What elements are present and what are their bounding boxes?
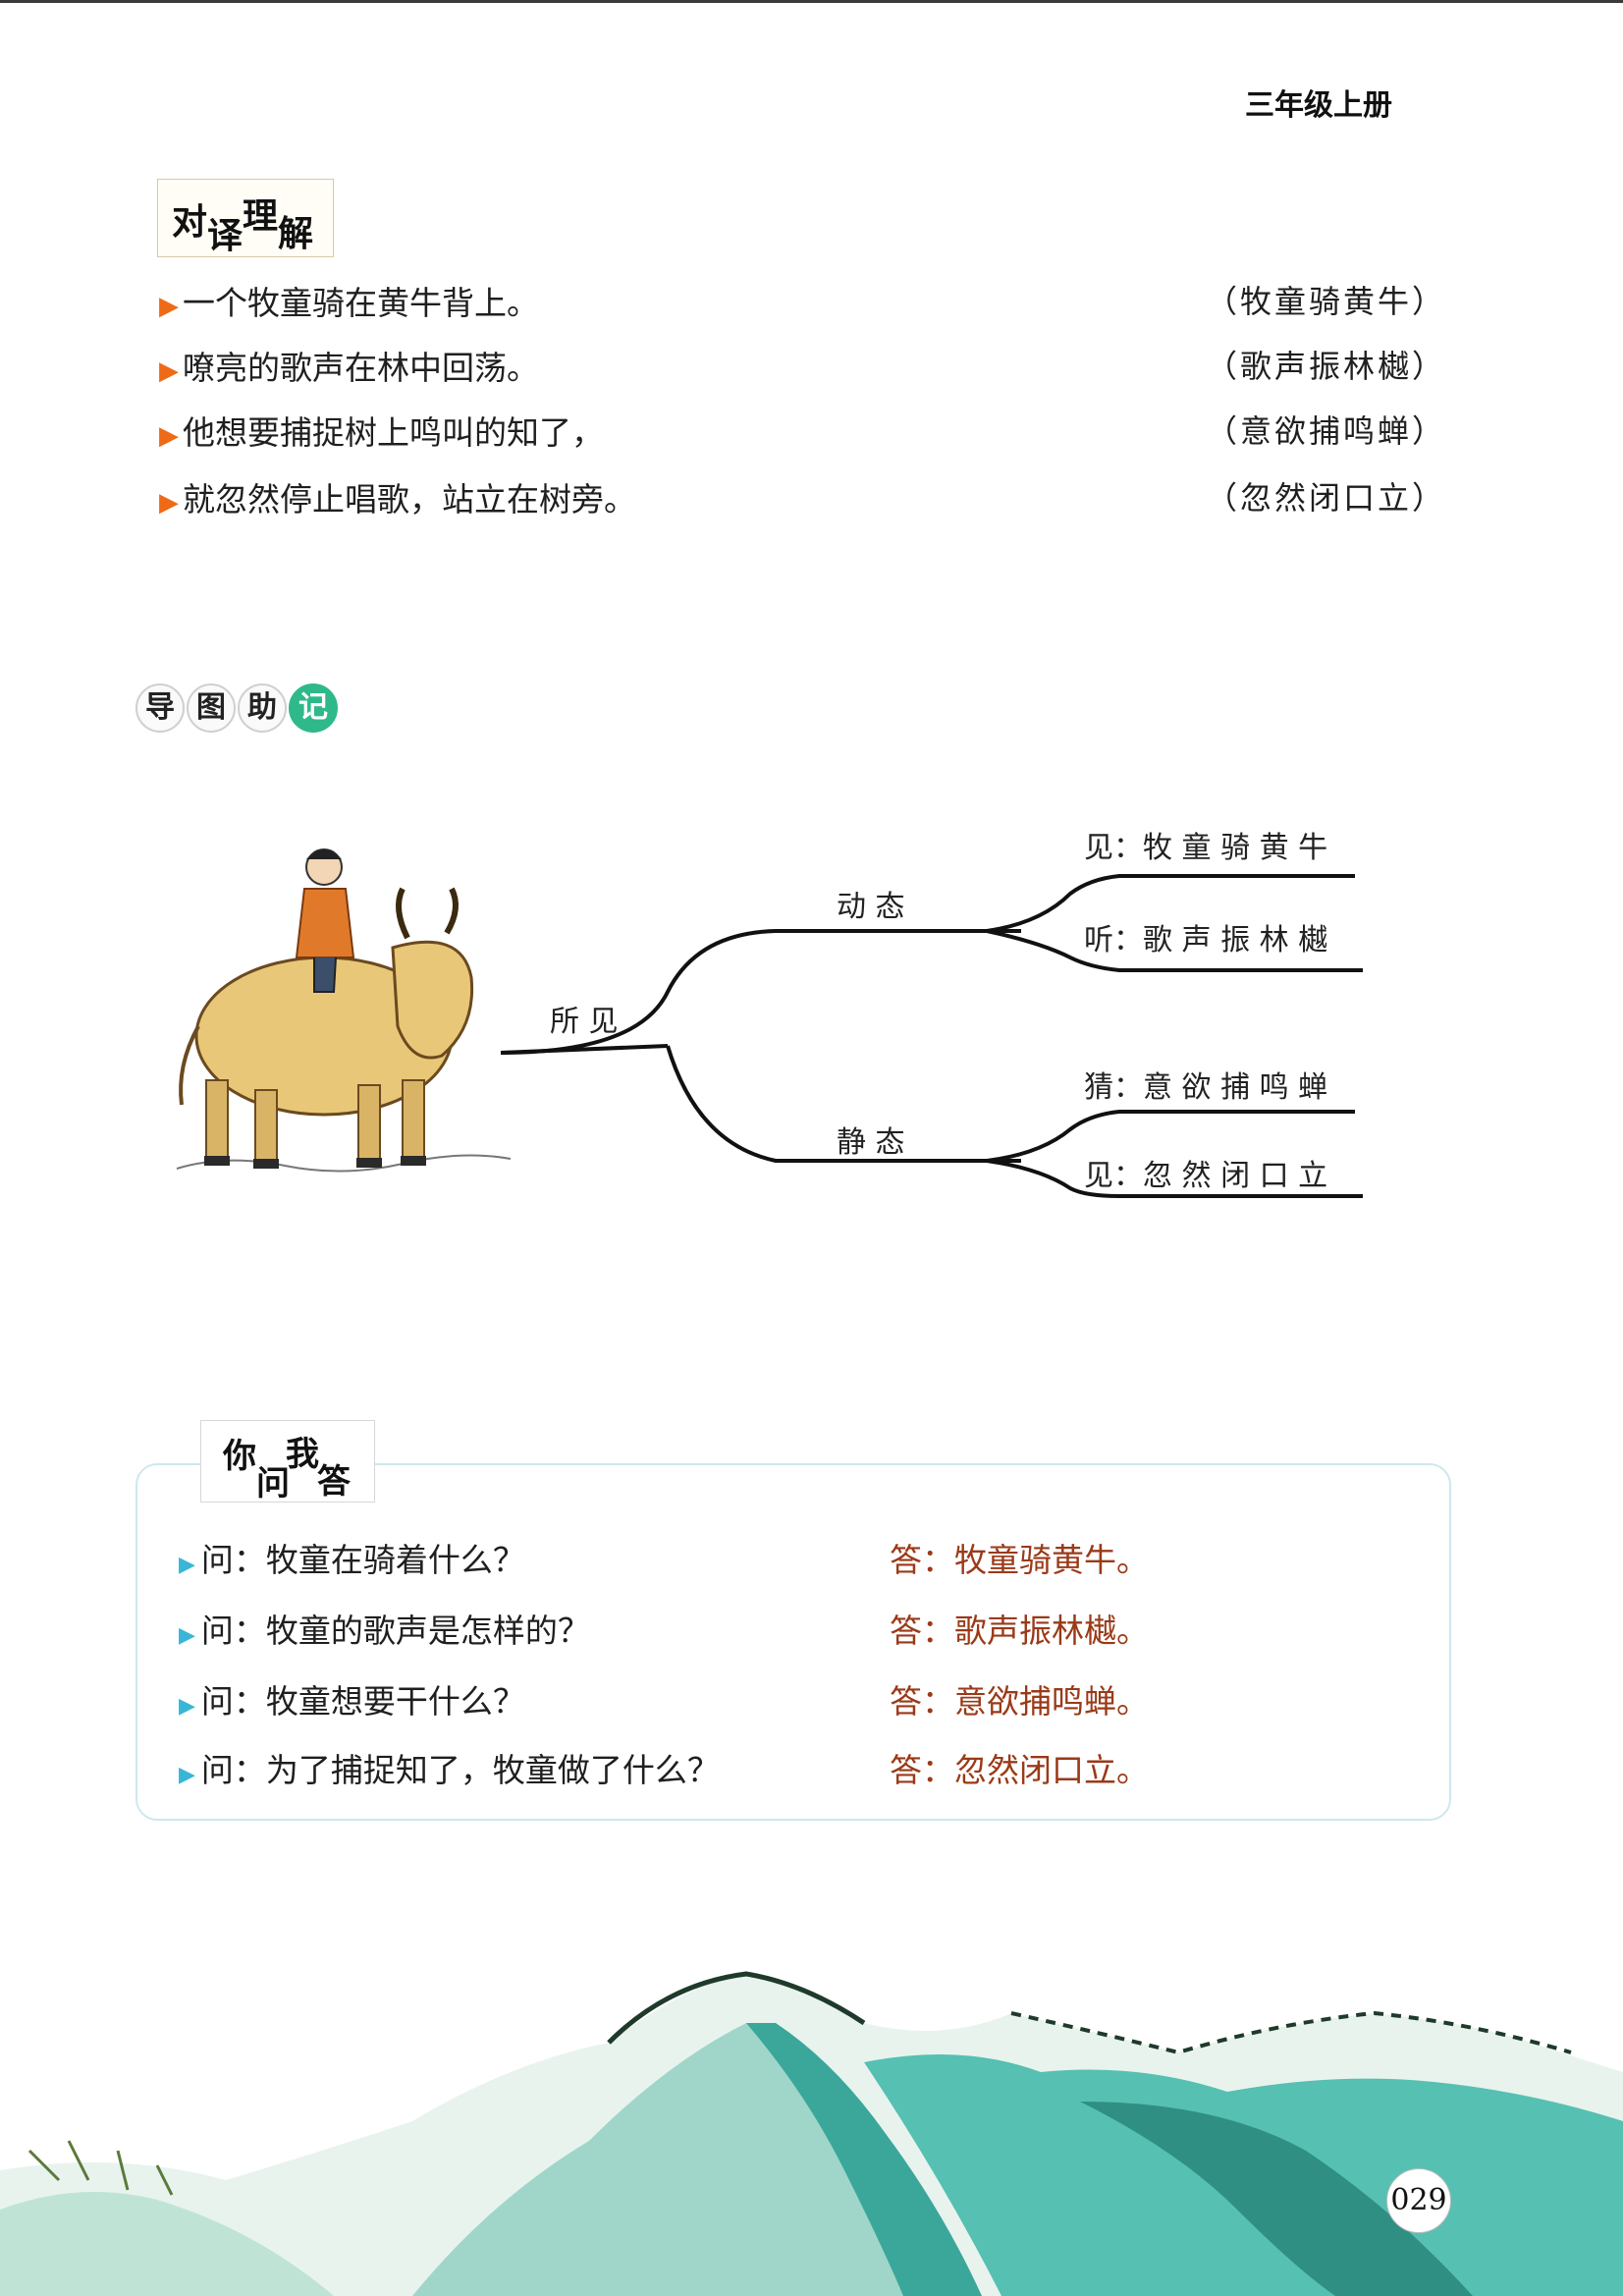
mindmap-branch-dynamic: 动 态 — [837, 890, 905, 924]
triangle-bullet-icon: ▶ — [179, 1694, 195, 1719]
triangle-bullet-icon: ▶ — [159, 292, 179, 321]
modern-text: 一个牧童骑在黄牛背上。 — [183, 284, 539, 322]
mindmap-root: 所 见 — [550, 1005, 619, 1039]
mountain-landscape-illustration — [0, 1971, 1623, 2296]
qa-question: ▶ 问：牧童在骑着什么？ — [179, 1534, 525, 1581]
question-text: 问：牧童想要干什么？ — [200, 1682, 525, 1721]
qa-section-title: 你 问 我 答 — [200, 1420, 375, 1503]
top-border — [0, 0, 1623, 3]
title-char: 解 — [278, 213, 314, 254]
classical-text: （歌声振林樾） — [1206, 348, 1447, 385]
mindmap-title-char: 导 — [135, 683, 185, 733]
mindmap-leaf: 猜：意 欲 捕 鸣 蝉 — [1084, 1070, 1328, 1105]
qa-question: ▶ 问：牧童想要干什么？ — [179, 1675, 525, 1722]
qa-question: ▶ 问：牧童的歌声是怎样的？ — [179, 1605, 590, 1652]
qa-answer: 答：歌声振林樾。 — [890, 1612, 1149, 1650]
classical-text: （意欲捕鸣蝉） — [1206, 412, 1447, 450]
translation-row: ▶ 就忽然停止唱歌，站立在树旁。 — [159, 473, 636, 520]
title-char: 我 — [286, 1435, 319, 1474]
qa-answer: 答：牧童骑黄牛。 — [890, 1541, 1149, 1579]
mindmap-title-char: 助 — [238, 683, 287, 733]
title-char: 问 — [256, 1464, 290, 1503]
classical-text: （忽然闭口立） — [1206, 479, 1447, 517]
triangle-bullet-icon: ▶ — [159, 421, 179, 451]
mindmap-leaf: 见：忽 然 闭 口 立 — [1084, 1159, 1328, 1193]
translation-section-title: 对 译 理 解 — [157, 179, 334, 257]
grade-label: 三年级上册 — [1245, 88, 1392, 123]
triangle-bullet-icon: ▶ — [179, 1553, 195, 1577]
title-char: 答 — [317, 1462, 351, 1502]
title-char: 理 — [243, 195, 279, 237]
question-text: 问：牧童的歌声是怎样的？ — [200, 1612, 590, 1650]
modern-text: 嘹亮的歌声在林中回荡。 — [183, 349, 539, 387]
mindmap-title-char: 图 — [187, 683, 236, 733]
classical-text: （牧童骑黄牛） — [1206, 283, 1447, 320]
triangle-bullet-icon: ▶ — [179, 1763, 195, 1787]
mindmap-leaf: 听：歌 声 振 林 樾 — [1084, 923, 1328, 957]
title-char: 对 — [172, 201, 208, 243]
page-number: 029 — [1386, 2168, 1451, 2233]
qa-answer: 答：忽然闭口立。 — [890, 1751, 1149, 1789]
title-char: 你 — [223, 1437, 256, 1476]
mindmap-diagram — [500, 874, 1363, 1198]
mindmap-leaf: 见：牧 童 骑 黄 牛 — [1084, 831, 1328, 865]
qa-answer: 答：意欲捕鸣蝉。 — [890, 1682, 1149, 1721]
triangle-bullet-icon: ▶ — [159, 356, 179, 386]
modern-text: 就忽然停止唱歌，站立在树旁。 — [183, 480, 636, 519]
cowherd-ox-illustration — [176, 848, 512, 1173]
title-char: 译 — [207, 215, 243, 256]
triangle-bullet-icon: ▶ — [159, 488, 179, 518]
qa-question: ▶ 问：为了捕捉知了，牧童做了什么？ — [179, 1744, 720, 1791]
question-text: 问：为了捕捉知了，牧童做了什么？ — [200, 1751, 720, 1789]
translation-row: ▶ 他想要捕捉树上鸣叫的知了， — [159, 407, 604, 454]
translation-row: ▶ 一个牧童骑在黄牛背上。 — [159, 277, 539, 324]
mindmap-branch-static: 静 态 — [837, 1125, 905, 1160]
mindmap-title-char: 记 — [289, 683, 338, 733]
question-text: 问：牧童在骑着什么？ — [200, 1541, 525, 1579]
modern-text: 他想要捕捉树上鸣叫的知了， — [183, 413, 604, 452]
triangle-bullet-icon: ▶ — [179, 1623, 195, 1648]
translation-row: ▶ 嘹亮的歌声在林中回荡。 — [159, 342, 539, 389]
